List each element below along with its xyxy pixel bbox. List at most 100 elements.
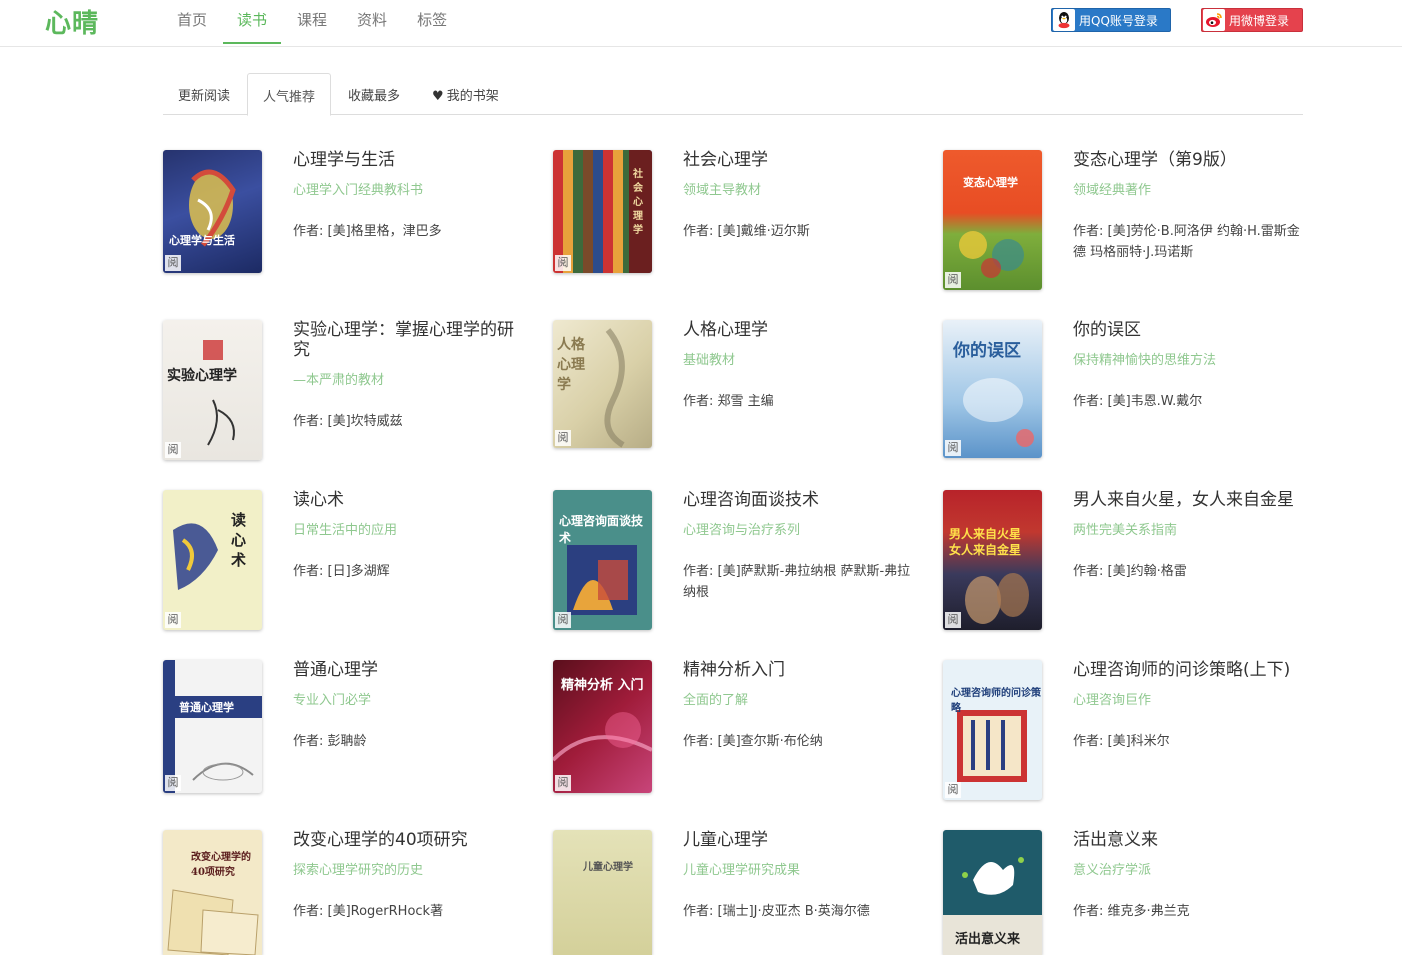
cover-text: 心理咨询师的问诊策略 — [951, 684, 1042, 714]
book-subtitle: 领域经典著作 — [1073, 182, 1303, 199]
book-author: 作者: [美]戴维·迈尔斯 — [683, 221, 913, 242]
book-author: 作者: 维克多·弗兰克 — [1073, 901, 1303, 922]
book-title[interactable]: 实验心理学：掌握心理学的研究 — [293, 320, 523, 360]
book-card[interactable]: 改变心理学的40项研究 改变心理学的40项研究 探索心理学研究的历史 作者: [… — [163, 830, 523, 955]
book-title[interactable]: 读心术 — [293, 490, 523, 510]
cover-text: 读心术 — [231, 510, 247, 570]
book-title[interactable]: 精神分析入门 — [683, 660, 913, 680]
nav-courses[interactable]: 课程 — [283, 0, 341, 44]
book-card[interactable]: 儿童心理学 儿童心理学 儿童心理学研究成果 作者: [瑞士]J·皮亚杰 B·英海… — [553, 830, 913, 955]
book-cover[interactable]: 读心术 阅 — [163, 490, 262, 630]
book-info: 普通心理学 专业入门必学 作者: 彭聃龄 — [293, 660, 523, 752]
book-author: 作者: [美]坎特威兹 — [293, 411, 523, 432]
book-title[interactable]: 男人来自火星，女人来自金星 — [1073, 490, 1303, 510]
book-card[interactable]: 实验心理学 阅 实验心理学：掌握心理学的研究 —本严肃的教材 作者: [美]坎特… — [163, 320, 523, 480]
book-title[interactable]: 社会心理学 — [683, 150, 913, 170]
reading-tabs: 更新阅读 人气推荐 收藏最多 ♥我的书架 — [163, 73, 1303, 115]
book-title[interactable]: 心理学与生活 — [293, 150, 523, 170]
nav-reading[interactable]: 读书 — [223, 0, 281, 44]
book-card[interactable]: 普通心理学 阅 普通心理学 专业入门必学 作者: 彭聃龄 — [163, 660, 523, 820]
book-title[interactable]: 普通心理学 — [293, 660, 523, 680]
book-author: 作者: [美]萨默斯-弗拉纳根 萨默斯-弗拉纳根 — [683, 561, 913, 603]
nav-home[interactable]: 首页 — [163, 0, 221, 44]
book-info: 社会心理学 领域主导教材 作者: [美]戴维·迈尔斯 — [683, 150, 913, 242]
cover-text: 实验心理学 — [167, 365, 237, 385]
book-card[interactable]: 男人来自火星 女人来自金星 阅 男人来自火星，女人来自金星 两性完美关系指南 作… — [943, 490, 1303, 650]
read-badge: 阅 — [165, 442, 181, 458]
book-subtitle: 心理学入门经典教科书 — [293, 182, 523, 199]
book-title[interactable]: 心理咨询面谈技术 — [683, 490, 913, 510]
book-cover[interactable]: 改变心理学的40项研究 — [163, 830, 262, 955]
tab-popular[interactable]: 人气推荐 — [247, 73, 331, 116]
book-title[interactable]: 变态心理学（第9版） — [1073, 150, 1303, 170]
book-title[interactable]: 你的误区 — [1073, 320, 1303, 340]
book-subtitle: 专业入门必学 — [293, 692, 523, 709]
book-card[interactable]: 人格心理学 阅 人格心理学 基础教材 作者: 郑雪 主编 — [553, 320, 913, 480]
book-subtitle: 保持精神愉快的思维方法 — [1073, 352, 1303, 369]
weibo-login-button[interactable]: 用微博登录 — [1201, 8, 1303, 32]
nav-tags[interactable]: 标签 — [403, 0, 461, 44]
cover-text: 人格心理学 — [557, 334, 597, 394]
nav-materials[interactable]: 资料 — [343, 0, 401, 44]
book-author: 作者: [日]多湖辉 — [293, 561, 523, 582]
book-cover[interactable]: 男人来自火星 女人来自金星 阅 — [943, 490, 1042, 630]
book-cover[interactable]: 社会心理学 阅 — [553, 150, 652, 273]
read-badge: 阅 — [165, 612, 181, 628]
book-card[interactable]: 你的误区 阅 你的误区 保持精神愉快的思维方法 作者: [美]韦恩.W.戴尔 — [943, 320, 1303, 480]
tab-my-shelf[interactable]: ♥我的书架 — [417, 73, 514, 115]
book-info: 变态心理学（第9版） 领域经典著作 作者: [美]劳伦·B.阿洛伊 约翰·H.雷… — [1073, 150, 1303, 263]
tab-most-favorited[interactable]: 收藏最多 — [333, 73, 415, 115]
book-title[interactable]: 改变心理学的40项研究 — [293, 830, 523, 850]
book-cover[interactable]: 心理咨询师的问诊策略 阅 — [943, 660, 1042, 800]
heart-icon: ♥ — [432, 89, 444, 104]
book-cover[interactable]: 心理咨询面谈技术 阅 — [553, 490, 652, 630]
book-author: 作者: [美]劳伦·B.阿洛伊 约翰·H.雷斯金德 玛格丽特·J.玛诺斯 — [1073, 221, 1303, 263]
book-subtitle: 全面的了解 — [683, 692, 913, 709]
book-cover[interactable]: 儿童心理学 — [553, 830, 652, 955]
book-card[interactable]: 变态心理学 阅 变态心理学（第9版） 领域经典著作 作者: [美]劳伦·B.阿洛… — [943, 150, 1303, 310]
site-logo[interactable]: 心晴 — [45, 3, 99, 40]
book-card[interactable]: 精神分析 入门 阅 精神分析入门 全面的了解 作者: [美]查尔斯·布伦纳 — [553, 660, 913, 820]
book-info: 心理咨询面谈技术 心理咨询与治疗系列 作者: [美]萨默斯-弗拉纳根 萨默斯-弗… — [683, 490, 913, 603]
book-cover[interactable]: 实验心理学 阅 — [163, 320, 262, 460]
book-cover[interactable]: 普通心理学 阅 — [163, 660, 262, 793]
book-title[interactable]: 心理咨询师的问诊策略(上下) — [1073, 660, 1303, 680]
cover-text: 普通心理学 — [179, 699, 234, 715]
top-header: 心晴 首页 读书 课程 资料 标签 用QQ账号登录 用微博登录 — [0, 0, 1402, 47]
book-card[interactable]: 心理咨询面谈技术 阅 心理咨询面谈技术 心理咨询与治疗系列 作者: [美]萨默斯… — [553, 490, 913, 650]
read-badge: 阅 — [945, 272, 961, 288]
cover-text: 心理咨询面谈技术 — [559, 512, 652, 546]
book-cover[interactable]: 你的误区 阅 — [943, 320, 1042, 458]
tab-updated[interactable]: 更新阅读 — [163, 73, 245, 115]
read-badge: 阅 — [945, 612, 961, 628]
read-badge: 阅 — [945, 440, 961, 456]
book-subtitle: 两性完美关系指南 — [1073, 522, 1303, 539]
book-cover[interactable]: 变态心理学 阅 — [943, 150, 1042, 290]
book-card[interactable]: 活出意义来 活出意义来 意义治疗学派 作者: 维克多·弗兰克 — [943, 830, 1303, 955]
book-cover[interactable]: 活出意义来 — [943, 830, 1042, 955]
book-cover[interactable]: 人格心理学 阅 — [553, 320, 652, 448]
cover-text: 你的误区 — [953, 336, 1021, 361]
cover-text: 变态心理学 — [963, 174, 1018, 190]
book-subtitle: 基础教材 — [683, 352, 913, 369]
weibo-login-label: 用微博登录 — [1229, 12, 1289, 29]
book-author: 作者: 郑雪 主编 — [683, 391, 913, 412]
qq-login-button[interactable]: 用QQ账号登录 — [1051, 8, 1171, 32]
book-card[interactable]: 社会心理学 阅 社会心理学 领域主导教材 作者: [美]戴维·迈尔斯 — [553, 150, 913, 310]
book-card[interactable]: 心理咨询师的问诊策略 阅 心理咨询师的问诊策略(上下) 心理咨询巨作 作者: [… — [943, 660, 1303, 820]
book-title[interactable]: 人格心理学 — [683, 320, 913, 340]
book-card[interactable]: 心理学与生活 阅 心理学与生活 心理学入门经典教科书 作者: [美]格里格，津巴… — [163, 150, 523, 310]
book-card[interactable]: 读心术 阅 读心术 日常生活中的应用 作者: [日]多湖辉 — [163, 490, 523, 650]
book-cover[interactable]: 心理学与生活 阅 — [163, 150, 262, 273]
book-title[interactable]: 活出意义来 — [1073, 830, 1303, 850]
tab-my-shelf-label: 我的书架 — [447, 89, 499, 104]
book-cover[interactable]: 精神分析 入门 阅 — [553, 660, 652, 793]
book-title[interactable]: 儿童心理学 — [683, 830, 913, 850]
main-nav: 首页 读书 课程 资料 标签 — [163, 0, 463, 44]
cover-text: 男人来自火星 女人来自金星 — [949, 526, 1037, 558]
book-author: 作者: 彭聃龄 — [293, 731, 523, 752]
qq-login-label: 用QQ账号登录 — [1079, 12, 1158, 29]
cover-text: 社会心理学 — [633, 168, 645, 238]
book-author: 作者: [美]查尔斯·布伦纳 — [683, 731, 913, 752]
cover-text: 改变心理学的40项研究 — [191, 848, 259, 878]
